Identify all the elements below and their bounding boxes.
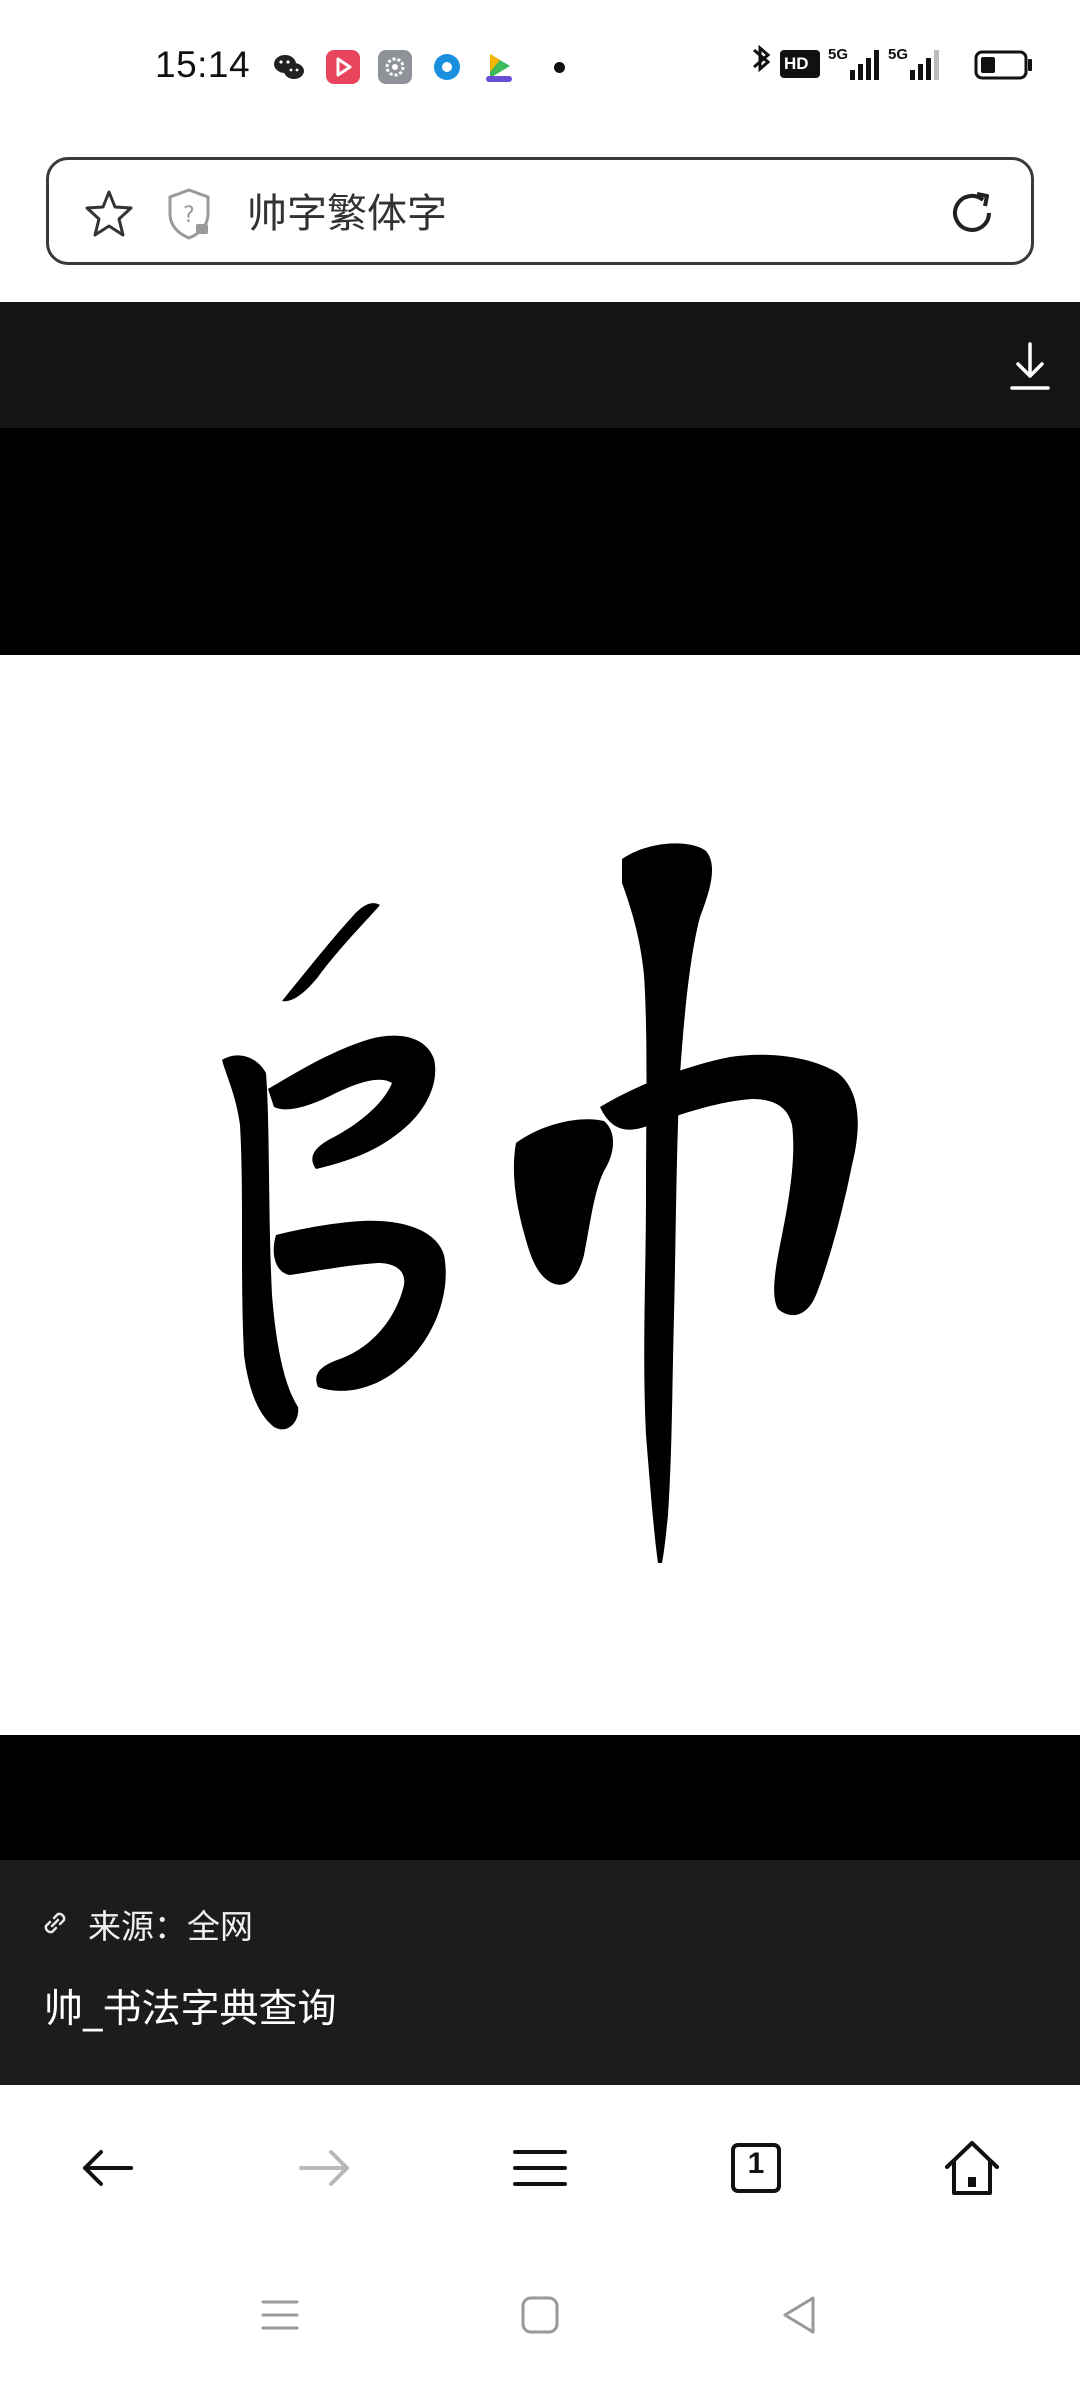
system-nav-bar xyxy=(0,2250,1080,2400)
browser-bottom-nav: 1 xyxy=(0,2085,1080,2250)
home-icon[interactable] xyxy=(937,2133,1007,2203)
letterbox-bottom xyxy=(0,1735,1080,1860)
bluetooth-icon xyxy=(753,44,771,73)
image-caption-panel: 来源：全网 帅_书法字典查询 xyxy=(0,1860,1080,2085)
5g-signal-icon xyxy=(910,50,939,80)
letterbox-top xyxy=(0,428,1080,655)
wechat-icon xyxy=(272,50,306,84)
address-bar[interactable]: ? 帅字繁体字 xyxy=(46,157,1034,265)
5g-signal-icon xyxy=(850,50,879,80)
calligraphy-image[interactable] xyxy=(0,655,1080,1735)
tabs-icon[interactable]: 1 xyxy=(721,2133,791,2203)
signal-label-1: 5G xyxy=(828,46,849,63)
settings-app-icon xyxy=(378,50,412,84)
status-time: 15:14 xyxy=(155,44,251,85)
download-icon[interactable] xyxy=(1008,340,1052,392)
menu-icon[interactable] xyxy=(505,2133,575,2203)
hd-label: HD xyxy=(784,54,809,73)
image-source-label[interactable]: 来源：全网 xyxy=(88,1900,253,1948)
more-notifications-dot xyxy=(554,62,565,73)
video-app-icon xyxy=(326,50,360,84)
image-title[interactable]: 帅_书法字典查询 xyxy=(44,1978,337,2034)
refresh-icon[interactable] xyxy=(943,184,1001,242)
browser-app-icon xyxy=(430,50,464,84)
tab-count: 1 xyxy=(747,2147,765,2180)
video-player-app-icon xyxy=(482,50,516,84)
image-viewer-toolbar xyxy=(0,302,1080,428)
status-indicators: HD 5G 5G xyxy=(740,40,1080,90)
calligraphy-character-drawing xyxy=(222,843,858,1563)
battery-icon xyxy=(974,50,1032,80)
back-icon[interactable] xyxy=(73,2133,143,2203)
system-home-icon[interactable] xyxy=(515,2290,565,2340)
recent-apps-icon[interactable] xyxy=(255,2290,305,2340)
system-back-icon[interactable] xyxy=(775,2290,825,2340)
signal-label-2: 5G xyxy=(888,46,909,63)
svg-text:?: ? xyxy=(183,203,195,228)
status-bar: 15:14 HD 5G 5G xyxy=(0,0,1080,140)
link-icon xyxy=(40,1908,70,1938)
security-shield-icon[interactable]: ? xyxy=(164,186,214,242)
forward-icon[interactable] xyxy=(289,2133,359,2203)
address-query-text[interactable]: 帅字繁体字 xyxy=(247,186,447,242)
bookmark-star-icon[interactable] xyxy=(81,186,137,242)
